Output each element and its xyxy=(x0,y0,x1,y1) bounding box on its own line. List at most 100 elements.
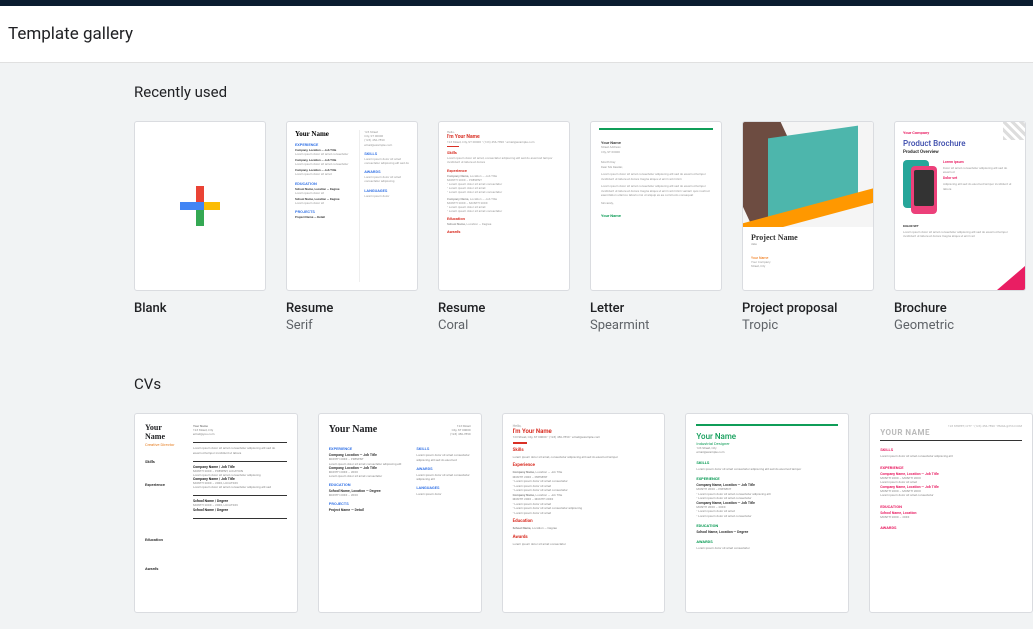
thumb-heading: EXPERIENCE xyxy=(696,476,838,481)
thumb-line: MONTH 20XX – PRESENTLorem ipsum dolor si… xyxy=(329,457,407,465)
thumb-heading: Skills xyxy=(145,459,185,464)
template-thumb: Your Name Street AddressCity, ST 00000 M… xyxy=(590,121,722,291)
thumb-heading: Experience xyxy=(145,482,185,487)
thumb-art xyxy=(743,122,873,227)
thumb-line: 123 Street, City, ST 00000 • (123) 456-7… xyxy=(447,140,561,144)
thumb-name: Your Name xyxy=(329,424,377,435)
content: Recently used Blank xyxy=(0,63,1033,613)
thumb-signature: Your Name xyxy=(601,213,711,218)
thumb-line: MONTH 20XX – 20XX• Lorem ipsum dolor sit… xyxy=(696,505,838,519)
thumb-heading: AWARDS xyxy=(416,466,470,471)
thumb-line: Lorem ipsum dolor sit xyxy=(295,191,353,195)
thumb-line: Lorem ipsum dolor sit amet, consectetur … xyxy=(513,455,655,460)
template-name: Brochure xyxy=(894,301,1026,318)
cvs-section: CVs YourName Creative Director Skills Ex… xyxy=(134,375,1033,613)
section-title-cvs: CVs xyxy=(134,375,1033,393)
template-resume-coral[interactable]: Hello, I'm Your Name 123 Street, City, S… xyxy=(438,121,570,335)
template-subname: Serif xyxy=(286,318,418,335)
thumb-line: Adipiscing elit sed do eiusmod tempor in… xyxy=(943,182,1017,190)
thumb-heading: Experience xyxy=(447,168,561,173)
thumb-line: Lorem ipsum dolor xyxy=(364,194,409,198)
thumb-heading: LANGUAGES xyxy=(364,188,409,193)
thumb-name: I'm Your Name xyxy=(513,428,655,435)
template-cv-modern-writer[interactable]: 123 STREET, CITY • (123) 456-7890 • EMAI… xyxy=(869,413,1033,613)
template-cv-serif[interactable]: Your Name 123 StreetCity, ST 00000(123) … xyxy=(318,413,482,613)
thumb-line: Lorem ipsum dolor sit xyxy=(295,201,353,205)
template-cv-spearmint[interactable]: Your Name Industrial Designer 123 Street… xyxy=(685,413,849,613)
thumb-corner xyxy=(997,266,1025,290)
thumb-line: MONTH 20XX – 20XX xyxy=(880,515,1022,520)
thumb-heading: Lorem ipsum xyxy=(943,160,1017,164)
thumb-line: Lorem ipsum dolor sit amet, consectetur … xyxy=(447,156,561,164)
thumb-heading: Awards xyxy=(513,535,655,540)
thumb-school: School Name / Degree xyxy=(193,508,287,512)
phone-illustration xyxy=(903,158,939,220)
template-brochure-geometric[interactable]: Your Company Product Brochure Product Ov… xyxy=(894,121,1026,335)
thumb-line: MONTH 20XX – MONTH 20XXLorem ipsum dolor… xyxy=(880,476,1022,485)
thumb-title: Project Name xyxy=(751,233,865,242)
thumb-heading: EXPERIENCE xyxy=(329,446,407,451)
thumb-line: 123 Street, City, ST 00000 • (123) 456-7… xyxy=(513,435,655,440)
thumb-heading: Education xyxy=(145,537,185,542)
section-title-recent: Recently used xyxy=(134,83,1033,101)
thumb-corner xyxy=(1003,122,1025,140)
thumb-heading: Awards xyxy=(145,566,185,571)
template-cv-coral[interactable]: Hello, I'm Your Name 123 Street, City, S… xyxy=(502,413,666,613)
thumb-line: Sincerely, xyxy=(601,201,711,206)
thumb-line: MONTH 20XX – PRESENT, LOCATIONLorem ipsu… xyxy=(193,469,287,477)
template-subname: Geometric xyxy=(894,318,1026,335)
thumb-heading: PROJECTS xyxy=(295,209,353,214)
thumb-line: Project Name — Detail xyxy=(295,215,353,219)
thumb-line: Lorem ipsum dolor sit amet consectetur a… xyxy=(193,446,287,454)
thumb-role: Creative Director xyxy=(145,442,185,447)
thumb-line: MONTH 20XX – PRESENT• Lorem ipsum dolor … xyxy=(696,487,838,501)
thumb-heading: AWARDS xyxy=(364,169,409,174)
thumb-heading: EDUCATION xyxy=(696,523,838,528)
template-blank[interactable]: Blank xyxy=(134,121,266,335)
template-name: Resume xyxy=(286,301,418,318)
template-resume-serif[interactable]: Your Name EXPERIENCE Company, Location —… xyxy=(286,121,418,335)
thumb-line: MONTH 20XX – MONTH 20XXLorem ipsum dolor… xyxy=(880,489,1022,498)
thumb-line: Lorem ipsum dolor sit amet consectetur a… xyxy=(364,157,409,165)
template-name: Letter xyxy=(590,301,722,318)
template-thumb: Hello, I'm Your Name 123 Street, City, S… xyxy=(438,121,570,291)
template-name: Blank xyxy=(134,301,266,318)
thumb-heading: PROJECTS xyxy=(329,501,407,506)
thumb-heading: Dolor set xyxy=(943,176,1017,180)
template-thumb: Project Name date Your Name Your Company… xyxy=(742,121,874,291)
thumb-sep xyxy=(447,146,459,147)
thumb-heading: Awards xyxy=(447,229,561,234)
thumb-line: Company Name, Location — Job TitleMONTH … xyxy=(513,493,655,516)
thumb-line: 123 Street, Cityemail@example.com xyxy=(696,446,838,455)
thumb-line: 123 StreetCity, ST 00000(123) 456-7890em… xyxy=(364,130,409,147)
thumb-heading: Education xyxy=(513,519,655,524)
template-letter-spearmint[interactable]: Your Name Street AddressCity, ST 00000 M… xyxy=(590,121,722,335)
thumb-heading: SKILLS xyxy=(416,446,470,451)
template-proposal-tropic[interactable]: Project Name date Your Name Your Company… xyxy=(742,121,874,335)
thumb-line: Lorem ipsum dolor sit amet consectetur a… xyxy=(601,172,711,181)
template-subname: Spearmint xyxy=(590,318,722,335)
template-thumb xyxy=(134,121,266,291)
thumb-line: Company Name, Location — Job TitleMONTH … xyxy=(447,174,561,195)
thumb-line: 123 StreetCity, ST 00000(123) 456-7890 xyxy=(450,424,471,437)
template-subname: Coral xyxy=(438,318,570,335)
recent-templates-row: Blank Your Name EXPERIENCE Company, Loca… xyxy=(134,121,1033,335)
thumb-line: Your Name123 Street, Cityemail@you.com xyxy=(193,424,287,437)
thumb-line: Lorem ipsum dolor sit amet consectetur a… xyxy=(903,230,1017,238)
thumb-accent-bar xyxy=(599,128,713,130)
thumb-heading: EXPERIENCE xyxy=(880,465,1022,470)
thumb-heading: SKILLS xyxy=(696,460,838,465)
thumb-date: date xyxy=(751,242,865,246)
thumb-heading: EXPERIENCE xyxy=(295,142,353,147)
thumb-line: Lorem ipsum dolor xyxy=(416,492,470,496)
thumb-line: Company Name, Location — Job TitleMONTH … xyxy=(513,470,655,493)
thumb-heading: EDUCATION xyxy=(295,181,353,186)
thumb-line: Lorem ipsum dolor sit amet consectetur xyxy=(295,152,353,156)
thumb-heading: EDUCATION xyxy=(329,482,407,487)
thumb-line: School Name, Location — Degree xyxy=(513,526,655,531)
thumb-line: MONTH 20XX – 20XXLorem ipsum dolor sit a… xyxy=(329,470,407,478)
thumb-heading: EDUCATION xyxy=(880,504,1022,509)
thumb-line: Project Name — Detail xyxy=(329,508,407,512)
template-cv-swiss[interactable]: YourName Creative Director Skills Experi… xyxy=(134,413,298,613)
thumb-company: Your Company xyxy=(903,130,1017,135)
